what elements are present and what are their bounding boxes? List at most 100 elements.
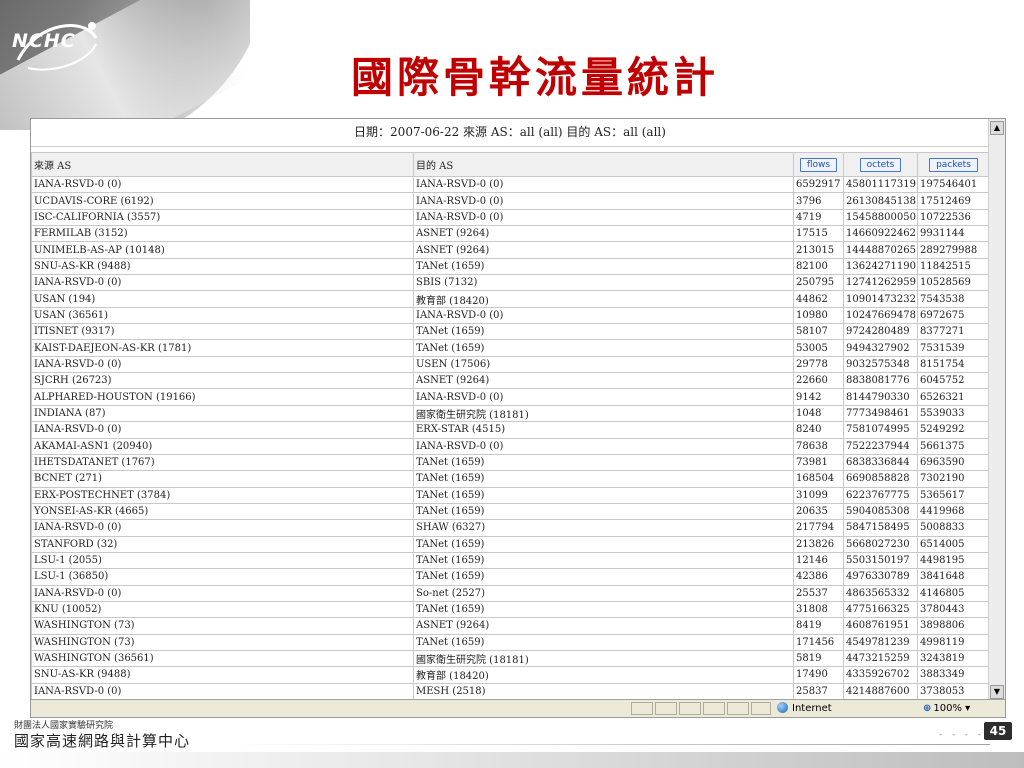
cell-octets: 4473215259 bbox=[843, 649, 918, 668]
cell-src-as: KNU (10052) bbox=[31, 600, 414, 619]
cell-src-as: IANA-RSVD-0 (0) bbox=[31, 355, 414, 374]
table-row: WASHINGTON (73) TANet (1659) 171456 4549781… bbox=[31, 633, 989, 651]
cell-dst-as: So-net (2527) bbox=[413, 584, 794, 602]
table-row: IANA-RSVD-0 (0) SHAW (6327) 217794 58471584… bbox=[31, 519, 989, 537]
column-header-flows: flows bbox=[793, 152, 844, 177]
cell-packets: 3738053 bbox=[917, 682, 989, 701]
cell-src-as: IANA-RSVD-0 (0) bbox=[31, 274, 414, 292]
cell-flows: 6592917 bbox=[793, 175, 844, 194]
cell-dst-as: IANA-RSVD-0 (0) bbox=[413, 437, 794, 455]
cell-src-as: IANA-RSVD-0 (0) bbox=[31, 175, 414, 194]
cell-octets: 4775166325 bbox=[843, 600, 918, 619]
table-row: USAN (36561) IANA-RSVD-0 (0) 10980 10247669… bbox=[31, 306, 989, 325]
cell-packets: 4146805 bbox=[917, 584, 989, 602]
slide-title: 國際骨幹流量統計 bbox=[350, 53, 719, 102]
cell-octets: 9724280489 bbox=[843, 323, 918, 341]
cell-src-as: WASHINGTON (73) bbox=[31, 633, 414, 651]
table-row: ISC-CALIFORNIA (3557) IANA-RSVD-0 (0) 4719… bbox=[31, 208, 989, 227]
cell-dst-as: 教育部 (18420) bbox=[413, 290, 794, 308]
table-row: USAN (194) 教育部 (18420) 44862 10901473232 754… bbox=[31, 290, 989, 308]
cell-packets: 5249292 bbox=[917, 421, 989, 439]
cell-octets: 8144790330 bbox=[843, 388, 918, 406]
table-row: INDIANA (87) 國家衛生研究院 (18181) 1048 777349846… bbox=[31, 404, 989, 423]
cell-octets: 6690858828 bbox=[843, 470, 918, 488]
cell-dst-as: 國家衛生研究院 (18181) bbox=[413, 404, 794, 423]
browser-screenshot: 日期：2007-06-22 來源 AS：all (all) 目的 AS：all … bbox=[30, 118, 1006, 718]
cell-flows: 53005 bbox=[793, 339, 844, 357]
cell-octets: 45801117319 bbox=[843, 175, 918, 194]
cell-flows: 213826 bbox=[793, 535, 844, 553]
cell-flows: 217794 bbox=[793, 519, 844, 537]
table-row: ALPHARED-HOUSTON (19166) IANA-RSVD-0 (0) 9… bbox=[31, 388, 989, 406]
cell-src-as: FERMILAB (3152) bbox=[31, 225, 414, 243]
cell-packets: 3898806 bbox=[917, 617, 989, 635]
arrow-up-icon[interactable]: ▲ bbox=[990, 121, 1004, 135]
footer-org-big: 國家高速網路與計算中心 bbox=[14, 732, 191, 750]
sort-octets-button[interactable]: octets bbox=[859, 157, 902, 172]
status-pane bbox=[727, 702, 749, 715]
cell-octets: 5503150197 bbox=[843, 551, 918, 570]
cell-src-as: STANFORD (32) bbox=[31, 535, 414, 553]
cell-dst-as: IANA-RSVD-0 (0) bbox=[413, 388, 794, 406]
bottom-band bbox=[0, 752, 1024, 768]
cell-flows: 171456 bbox=[793, 633, 844, 651]
cell-src-as: WASHINGTON (36561) bbox=[31, 649, 414, 668]
zoom-level: 100% bbox=[933, 703, 962, 714]
cell-packets: 6526321 bbox=[917, 388, 989, 406]
cell-flows: 168504 bbox=[793, 470, 844, 488]
table-row: FERMILAB (3152) ASNET (9264) 17515 14660922… bbox=[31, 225, 989, 243]
cell-packets: 8151754 bbox=[917, 355, 989, 374]
cell-dst-as: TANet (1659) bbox=[413, 486, 794, 504]
footer-divider bbox=[230, 744, 990, 745]
cell-dst-as: SHAW (6327) bbox=[413, 519, 794, 537]
cell-src-as: USAN (36561) bbox=[31, 306, 414, 325]
cell-dst-as: ASNET (9264) bbox=[413, 241, 794, 259]
cell-dst-as: USEN (17506) bbox=[413, 355, 794, 374]
cell-src-as: LSU-1 (36850) bbox=[31, 568, 414, 586]
cell-packets: 8377271 bbox=[917, 323, 989, 341]
status-pane bbox=[631, 702, 653, 715]
cell-octets: 9494327902 bbox=[843, 339, 918, 357]
cell-octets: 4608761951 bbox=[843, 617, 918, 635]
report-header: 日期：2007-06-22 來源 AS：all (all) 目的 AS：all … bbox=[31, 119, 989, 147]
table-row: ITISNET (9317) TANet (1659) 58107 972428048… bbox=[31, 323, 989, 341]
vertical-scrollbar[interactable]: ▲ ▼ bbox=[988, 119, 1005, 701]
cell-octets: 6838336844 bbox=[843, 453, 918, 472]
cell-octets: 8838081776 bbox=[843, 372, 918, 390]
table-row: SJCRH (26723) ASNET (9264) 22660 8838081776… bbox=[31, 372, 989, 390]
table-row: KAIST-DAEJEON-AS-KR (1781) TANet (1659) 53… bbox=[31, 339, 989, 357]
cell-dst-as: 教育部 (18420) bbox=[413, 666, 794, 684]
cell-packets: 4419968 bbox=[917, 502, 989, 521]
cell-packets: 3780443 bbox=[917, 600, 989, 619]
sort-packets-button[interactable]: packets bbox=[929, 157, 978, 172]
cell-octets: 26130845138 bbox=[843, 192, 918, 210]
cell-src-as: ISC-CALIFORNIA (3557) bbox=[31, 208, 414, 227]
cell-octets: 9032575348 bbox=[843, 355, 918, 374]
cell-flows: 31099 bbox=[793, 486, 844, 504]
arrow-down-icon[interactable]: ▼ bbox=[990, 685, 1004, 699]
cell-packets: 17512469 bbox=[917, 192, 989, 210]
cell-dst-as: SBIS (7132) bbox=[413, 274, 794, 292]
cell-packets: 5008833 bbox=[917, 519, 989, 537]
cell-packets: 7302190 bbox=[917, 470, 989, 488]
globe-icon bbox=[777, 702, 788, 713]
table-row: LSU-1 (36850) TANet (1659) 42386 4976330789… bbox=[31, 568, 989, 586]
cell-dst-as: ASNET (9264) bbox=[413, 372, 794, 390]
cell-octets: 10901473232 bbox=[843, 290, 918, 308]
sort-flows-button[interactable]: flows bbox=[799, 157, 838, 172]
table-row: KNU (10052) TANet (1659) 31808 4775166325 37… bbox=[31, 600, 989, 619]
table-row: IANA-RSVD-0 (0) So-net (2527) 25537 4863565… bbox=[31, 584, 989, 602]
cell-flows: 25537 bbox=[793, 584, 844, 602]
logo-text: NCHC bbox=[12, 30, 76, 52]
cell-dst-as: ERX-STAR (4515) bbox=[413, 421, 794, 439]
cell-octets: 14660922462 bbox=[843, 225, 918, 243]
cell-src-as: INDIANA (87) bbox=[31, 404, 414, 423]
cell-flows: 17490 bbox=[793, 666, 844, 684]
security-zone: Internet bbox=[773, 701, 913, 716]
cell-dst-as: IANA-RSVD-0 (0) bbox=[413, 175, 794, 194]
table-row: IANA-RSVD-0 (0) ERX-STAR (4515) 8240 758107… bbox=[31, 421, 989, 439]
cell-dst-as: MESH (2518) bbox=[413, 682, 794, 701]
cell-packets: 6972675 bbox=[917, 306, 989, 325]
zoom-control[interactable]: ⊕ 100% ▾ bbox=[919, 701, 989, 716]
table-row: SNU-AS-KR (9488) TANet (1659) 82100 1362427… bbox=[31, 257, 989, 276]
